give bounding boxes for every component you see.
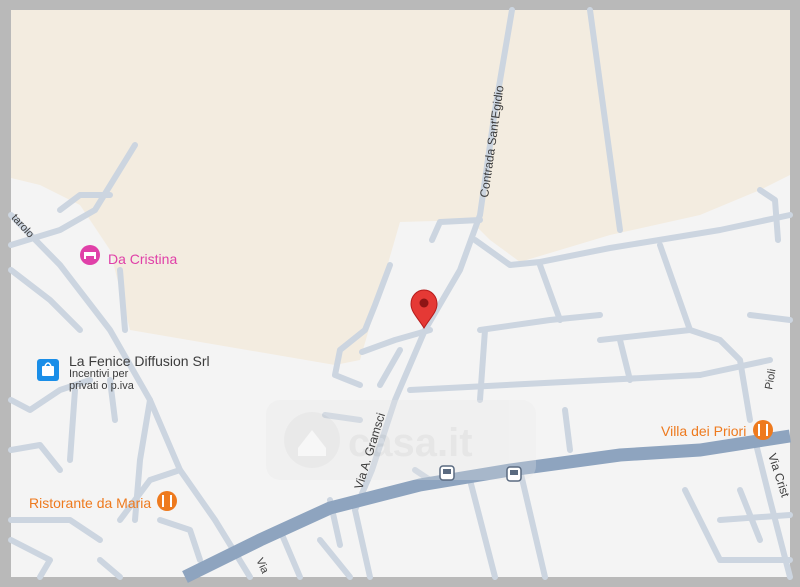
- bus-stop-icon[interactable]: [439, 465, 455, 481]
- poi-subline-2: privati o p.iva: [69, 380, 135, 392]
- poi-name-villa-dei-priori: Villa dei Priori: [661, 423, 746, 439]
- fork-knife-icon: [157, 491, 177, 511]
- map-canvas[interactable]: casa.it Contrada Sant'Egidio Via A. Gram…: [0, 0, 800, 587]
- watermark: casa.it: [266, 400, 536, 480]
- poi-name-da-cristina: Da Cristina: [108, 251, 177, 267]
- fork-knife-icon: [753, 420, 773, 440]
- poi-subline-1: Incentivi per: [69, 368, 129, 380]
- poi-name-la-fenice: La Fenice Diffusion Srl: [69, 353, 210, 369]
- bus-stop-icon[interactable]: [506, 466, 522, 482]
- poi-name-ristorante-da-maria: Ristorante da Maria: [29, 495, 151, 511]
- poi-villa-dei-priori[interactable]: Villa dei Priori: [661, 420, 773, 440]
